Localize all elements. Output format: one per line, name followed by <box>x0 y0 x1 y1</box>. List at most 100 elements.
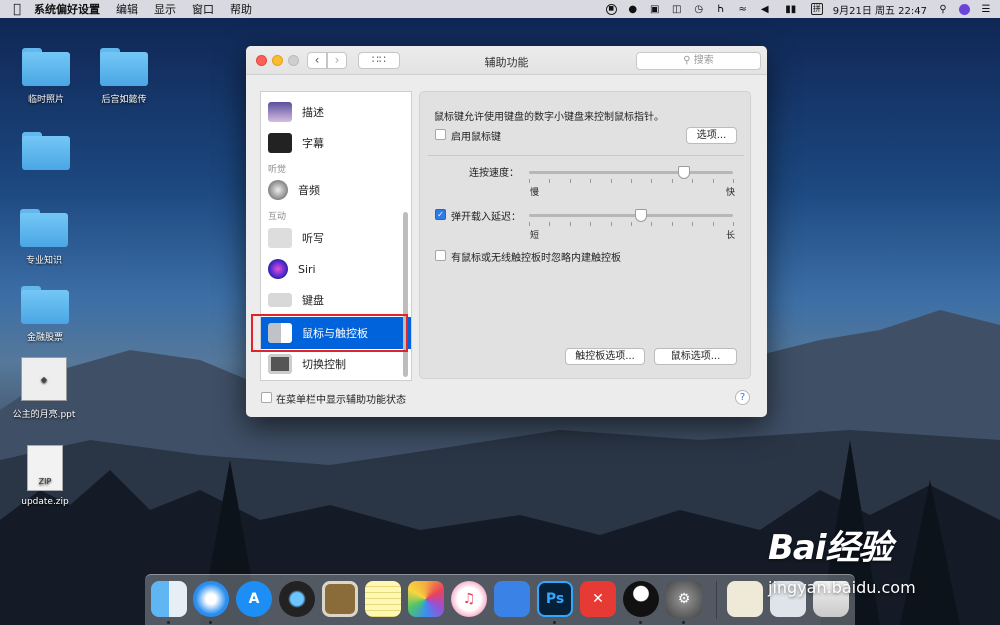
sidebar-item-descriptions[interactable]: 描述 <box>261 98 411 126</box>
spring-loading-delay-slider[interactable] <box>529 214 733 217</box>
sidebar-item-dictation[interactable]: 听写 <box>261 224 411 252</box>
show-in-menubar-checkbox[interactable] <box>261 392 272 403</box>
folder-icon <box>22 132 70 170</box>
sidebar-item-label: Siri <box>298 262 316 276</box>
desktop-file-zip[interactable]: ZIP update.zip <box>4 445 86 507</box>
dock-quicktime-icon[interactable] <box>279 581 315 617</box>
dock-photos-icon[interactable] <box>408 581 444 617</box>
ignore-trackpad-label: 有鼠标或无线触控板时忽略内建触控板 <box>451 253 621 264</box>
slider-tick <box>712 179 714 183</box>
fast-label: 快 <box>726 188 736 198</box>
descriptions-icon <box>268 102 292 122</box>
desktop-icon-label: 金融股票 <box>26 333 63 343</box>
sidebar-item-captions[interactable]: 字幕 <box>261 129 411 157</box>
list-icon[interactable]: ☰ <box>980 4 992 15</box>
switch-control-icon <box>268 354 292 374</box>
search-field[interactable]: ⚲ 搜索 <box>636 52 761 70</box>
watermark-logo: Bai经验 <box>768 528 893 568</box>
menu-edit[interactable]: 编辑 <box>116 1 138 17</box>
slider-tick <box>671 222 673 226</box>
cast-icon[interactable]: ▣ <box>649 4 661 15</box>
desktop-icon-label: 后宫如懿传 <box>101 95 147 105</box>
desktop-folder-knowledge[interactable]: 专业知识 <box>3 209 85 266</box>
status-area: ■ ● ▣ ◫ ◷ Ꮒ ≈ ◀ ▮▮ 拼 9月21日 周五 22:47 ⚲ ☰ <box>605 0 992 18</box>
keyboard-icon <box>268 293 292 307</box>
menu-window[interactable]: 窗口 <box>192 1 214 17</box>
sidebar-item-switch-control[interactable]: 切换控制 <box>261 350 411 378</box>
dock-keynote-icon[interactable] <box>494 581 530 617</box>
slider-tick <box>590 179 592 183</box>
dock-itunes-icon[interactable]: ♫ <box>451 581 487 617</box>
wifi-icon[interactable]: ≈ <box>737 4 749 15</box>
slider-tick <box>590 222 592 226</box>
slider-tick <box>651 222 653 226</box>
slider-tick <box>631 179 632 183</box>
ignore-trackpad-checkbox[interactable] <box>435 250 446 261</box>
dock-documents-icon[interactable] <box>727 581 763 617</box>
menu-view[interactable]: 显示 <box>154 1 176 17</box>
slider-tick <box>549 179 551 183</box>
battery-icon[interactable]: ▮▮ <box>781 4 801 15</box>
search-icon: ⚲ <box>683 55 694 66</box>
desktop-folder-unnamed[interactable] <box>5 132 87 176</box>
dock-photoshop-icon[interactable]: Ps <box>537 581 573 617</box>
siri-icon <box>268 259 288 279</box>
help-button[interactable]: ? <box>735 390 750 405</box>
section-header-interaction: 互动 <box>268 212 287 222</box>
slider-ticks <box>529 179 734 183</box>
desktop-folder-temp-photos[interactable]: 临时照片 <box>5 48 87 105</box>
double-click-speed-slider[interactable] <box>529 171 733 174</box>
spring-loading-checkbox[interactable]: ✓ <box>435 209 446 220</box>
apple-menu-icon[interactable]:  <box>0 2 34 17</box>
slider-tick <box>671 179 673 183</box>
title-bar[interactable]: ‹ › ∷∷ 辅助功能 ⚲ 搜索 <box>246 46 767 75</box>
desktop-icon-label: update.zip <box>21 497 69 507</box>
search-icon[interactable]: ⚲ <box>937 4 949 15</box>
desktop-folder-finance[interactable]: 金融股票 <box>4 286 86 343</box>
dock-notes-icon[interactable] <box>365 581 401 617</box>
slider-tick <box>733 179 734 183</box>
options-button[interactable]: 选项... <box>686 127 737 144</box>
dock-system-preferences-icon[interactable]: ⚙ <box>666 581 702 617</box>
divider <box>428 155 744 156</box>
slider-tick <box>692 179 694 183</box>
double-click-speed-label: 连按速度： <box>469 168 519 179</box>
dock-xmind-icon[interactable]: ✕ <box>580 581 616 617</box>
mouse-options-button[interactable]: 鼠标选项... <box>654 348 737 365</box>
volume-icon[interactable]: ◀ <box>759 4 771 15</box>
siri-icon[interactable] <box>959 3 970 15</box>
dock-preview-icon[interactable] <box>322 581 358 617</box>
sidebar-item-keyboard[interactable]: 键盘 <box>261 286 411 314</box>
desktop-file-ppt[interactable]: ◆ 公主的月亮.ppt <box>3 357 85 420</box>
dock-qq-icon[interactable] <box>623 581 659 617</box>
qq-icon[interactable]: ● <box>627 4 639 15</box>
dock-finder-icon[interactable] <box>151 581 187 617</box>
menu-help[interactable]: 帮助 <box>230 1 252 17</box>
folder-icon <box>21 286 69 324</box>
mouse-keys-description: 鼠标键允许使用键盘的数字小键盘来控制鼠标指针。 <box>434 112 664 123</box>
slider-tick <box>712 222 714 226</box>
enable-mouse-keys-checkbox[interactable] <box>435 129 446 140</box>
menu-bar:  系统偏好设置 编辑 显示 窗口 帮助 ■ ● ▣ ◫ ◷ Ꮒ ≈ ◀ ▮▮ … <box>0 0 1000 18</box>
dock-app-store-icon[interactable]: A <box>236 581 272 617</box>
ime-icon[interactable]: 拼 <box>810 3 823 15</box>
dock-safari-icon[interactable]: ➤ <box>193 581 229 617</box>
bluetooth-icon[interactable]: Ꮒ <box>715 4 727 15</box>
clock-text[interactable]: 9月21日 周五 22:47 <box>833 2 927 17</box>
search-placeholder: 搜索 <box>693 55 714 66</box>
trackpad-options-button[interactable]: 触控板选项... <box>565 348 645 365</box>
sidebar-item-siri[interactable]: Siri <box>261 255 411 283</box>
time-machine-icon[interactable]: ◷ <box>693 4 705 15</box>
dock-separator <box>716 581 717 619</box>
sidebar-item-audio[interactable]: 音频 <box>261 176 411 204</box>
display-icon[interactable]: ◫ <box>671 4 683 15</box>
desktop-folder-ruyi[interactable]: 后宫如懿传 <box>83 48 165 105</box>
slider-tick <box>631 222 632 226</box>
slider-tick <box>610 222 612 226</box>
record-icon[interactable]: ■ <box>605 3 617 15</box>
sidebar-scrollbar[interactable] <box>403 212 408 377</box>
menu-app-name[interactable]: 系统偏好设置 <box>34 1 100 17</box>
short-label: 短 <box>530 231 540 241</box>
double-click-speed-knob[interactable] <box>678 166 691 179</box>
spring-loading-delay-knob[interactable] <box>635 209 648 222</box>
